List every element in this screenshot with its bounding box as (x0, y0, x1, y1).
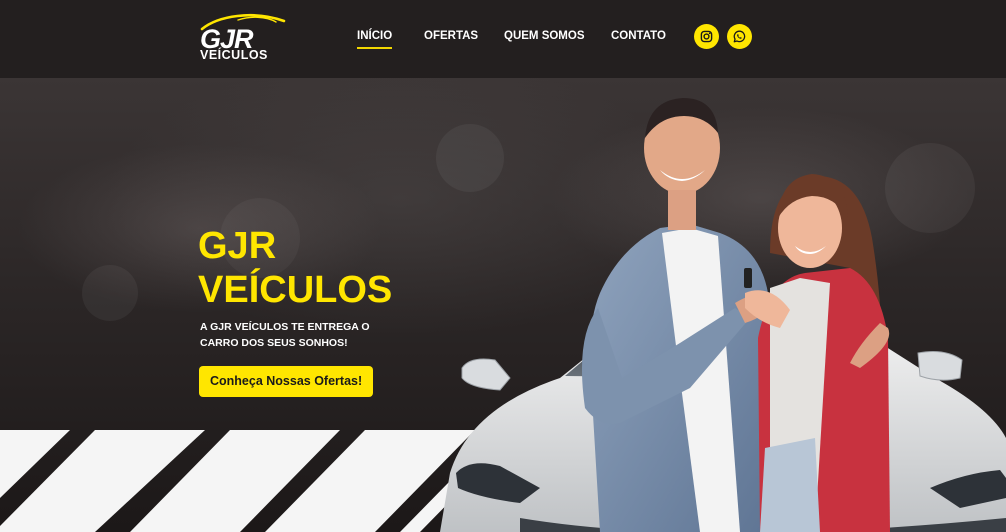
whatsapp-icon (733, 30, 746, 43)
instagram-button[interactable] (694, 24, 719, 49)
nav-item-quem-somos[interactable]: QUEM SOMOS (504, 30, 585, 42)
hero-subtitle: A GJR VEÍCULOS TE ENTREGA O CARRO DOS SE… (200, 319, 400, 351)
bokeh-light (436, 124, 504, 192)
zebra-stripes (0, 430, 520, 532)
bokeh-light (885, 143, 975, 233)
instagram-icon (700, 30, 713, 43)
hero-photo (0, 98, 1006, 532)
nav-item-ofertas[interactable]: OFERTAS (424, 30, 478, 42)
nav-item-inicio[interactable]: INÍCIO (357, 30, 393, 49)
logo-subtext: VEÍCULOS (200, 48, 268, 62)
bokeh-light (82, 265, 138, 321)
hero-subtitle-line1: A GJR VEÍCULOS TE ENTREGA O (200, 321, 370, 333)
hero-title: GJR VEÍCULOS (198, 224, 458, 312)
hero-subtitle-line2: CARRO DOS SEUS SONHOS! (200, 337, 348, 349)
header: GJR VEÍCULOS INÍCIO OFERTAS QUEM SOMOS C… (0, 0, 1006, 78)
woman-figure (744, 174, 890, 532)
logo[interactable]: GJR VEÍCULOS (198, 12, 288, 62)
offers-cta-button[interactable]: Conheça Nossas Ofertas! (199, 366, 374, 397)
whatsapp-button[interactable] (727, 24, 752, 49)
man-figure (581, 98, 772, 532)
nav-item-contato[interactable]: CONTATO (611, 30, 666, 42)
hero-section: GJR VEÍCULOS A GJR VEÍCULOS TE ENTREGA O… (0, 78, 1006, 532)
hero-title-line1: GJR (198, 225, 277, 267)
hero-title-line2: VEÍCULOS (198, 269, 393, 311)
